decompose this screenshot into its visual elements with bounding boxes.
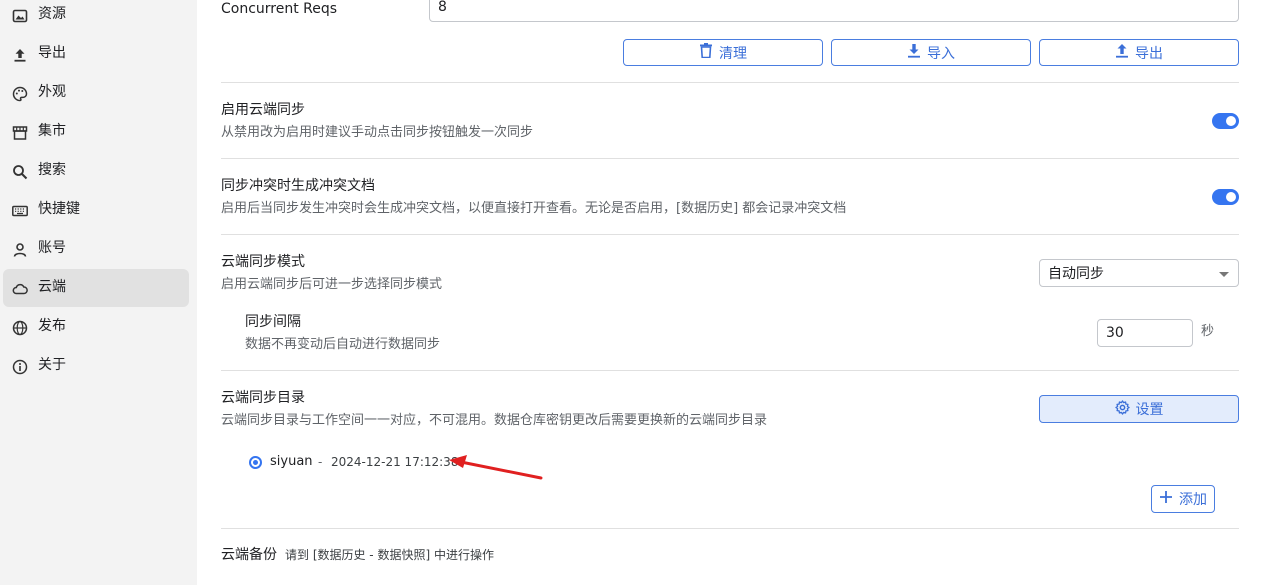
sync-interval-title: 同步间隔 bbox=[245, 314, 301, 330]
sync-dir-title: 云端同步目录 bbox=[221, 390, 305, 406]
sync-dir-timestamp: 2024-12-21 17:12:38 bbox=[331, 455, 459, 469]
sync-mode-title: 云端同步模式 bbox=[221, 254, 305, 270]
sync-mode-select[interactable]: 自动同步 bbox=[1039, 259, 1239, 287]
divider bbox=[221, 158, 1239, 159]
download-icon bbox=[907, 43, 921, 62]
sidebar-item-export[interactable]: 导出 bbox=[3, 35, 189, 73]
sidebar-item-label: 外观 bbox=[38, 84, 66, 100]
sidebar-item-bazaar[interactable]: 集市 bbox=[3, 113, 189, 151]
sidebar-item-cloud[interactable]: 云端 bbox=[3, 269, 189, 307]
sidebar-item-publish[interactable]: 发布 bbox=[3, 308, 189, 346]
cloud-sync-desc: 从禁用改为启用时建议手动点击同步按钮触发一次同步 bbox=[221, 125, 534, 140]
gear-icon bbox=[1114, 399, 1130, 419]
settings-sidebar: 资源 导出 外观 集市 搜索 快捷键 账号 云端 发布 关于 bbox=[0, 0, 197, 585]
divider bbox=[221, 528, 1239, 529]
upload-icon bbox=[11, 46, 28, 63]
user-icon bbox=[11, 241, 28, 258]
sync-dir-settings-button[interactable]: 设置 bbox=[1039, 395, 1239, 423]
import-button[interactable]: 导入 bbox=[831, 39, 1031, 66]
palette-icon bbox=[11, 85, 28, 102]
import-button-label: 导入 bbox=[927, 45, 955, 62]
sidebar-item-search[interactable]: 搜索 bbox=[3, 152, 189, 190]
sidebar-item-label: 资源 bbox=[38, 6, 66, 22]
sidebar-item-account[interactable]: 账号 bbox=[3, 230, 189, 268]
sync-interval-desc: 数据不再变动后自动进行数据同步 bbox=[245, 337, 441, 352]
concurrent-reqs-label: Concurrent Reqs bbox=[221, 1, 338, 17]
sync-dir-settings-label: 设置 bbox=[1135, 402, 1164, 418]
chevron-down-icon bbox=[1219, 272, 1229, 277]
info-icon bbox=[11, 358, 28, 375]
add-button-label: 添加 bbox=[1179, 492, 1207, 508]
globe-icon bbox=[11, 319, 28, 336]
conflict-doc-title: 同步冲突时生成冲突文档 bbox=[221, 178, 375, 194]
sidebar-item-about[interactable]: 关于 bbox=[3, 347, 189, 385]
cloud-icon bbox=[11, 280, 28, 297]
sync-dir-radio[interactable] bbox=[249, 456, 262, 469]
toggle-knob bbox=[1226, 192, 1236, 202]
divider bbox=[221, 82, 1239, 83]
sync-mode-selected: 自动同步 bbox=[1048, 266, 1104, 282]
sidebar-item-label: 账号 bbox=[38, 240, 66, 256]
image-icon bbox=[11, 7, 28, 24]
sidebar-item-label: 云端 bbox=[38, 279, 66, 295]
cloud-settings-panel: Concurrent Reqs 8 清理 导入 导出 启用云端同步 从禁用改为启… bbox=[197, 0, 1262, 585]
upload-icon bbox=[1115, 43, 1129, 62]
sidebar-item-assets[interactable]: 资源 bbox=[3, 0, 189, 34]
toggle-knob bbox=[1226, 116, 1236, 126]
conflict-doc-toggle[interactable] bbox=[1212, 189, 1239, 205]
cloud-sync-title: 启用云端同步 bbox=[221, 102, 305, 118]
sidebar-item-keymap[interactable]: 快捷键 bbox=[3, 191, 189, 229]
sidebar-item-label: 搜索 bbox=[38, 162, 66, 178]
divider bbox=[221, 234, 1239, 235]
cloud-sync-toggle[interactable] bbox=[1212, 113, 1239, 129]
sync-dir-desc: 云端同步目录与工作空间一一对应，不可混用。数据仓库密钥更改后需要更换新的云端同步… bbox=[221, 413, 768, 428]
sync-mode-desc: 启用云端同步后可进一步选择同步模式 bbox=[221, 277, 443, 292]
search-icon bbox=[11, 163, 28, 180]
add-sync-dir-button[interactable]: 添加 bbox=[1151, 485, 1215, 513]
sidebar-item-label: 关于 bbox=[38, 357, 66, 373]
plus-icon bbox=[1159, 490, 1173, 508]
sync-interval-unit: 秒 bbox=[1201, 324, 1215, 339]
annotation-arrow-icon bbox=[449, 455, 543, 480]
trash-icon bbox=[699, 43, 713, 62]
concurrent-reqs-input[interactable]: 8 bbox=[429, 0, 1239, 22]
clean-button[interactable]: 清理 bbox=[623, 39, 823, 66]
sidebar-item-appearance[interactable]: 外观 bbox=[3, 74, 189, 112]
sync-dir-name: siyuan bbox=[270, 454, 313, 469]
export-button-label: 导出 bbox=[1135, 45, 1163, 62]
cloud-backup-hint: 请到 [数据历史 - 数据快照] 中进行操作 bbox=[285, 548, 494, 562]
sidebar-item-label: 快捷键 bbox=[38, 201, 80, 217]
sync-dir-separator: - bbox=[318, 455, 323, 469]
sidebar-item-label: 发布 bbox=[38, 318, 66, 334]
sidebar-item-label: 导出 bbox=[38, 45, 66, 61]
clean-button-label: 清理 bbox=[719, 45, 747, 62]
export-button[interactable]: 导出 bbox=[1039, 39, 1239, 66]
keyboard-icon bbox=[11, 202, 28, 219]
sidebar-item-label: 集市 bbox=[38, 123, 66, 139]
store-icon bbox=[11, 124, 28, 141]
divider bbox=[221, 370, 1239, 371]
sync-interval-input[interactable]: 30 bbox=[1097, 319, 1193, 347]
conflict-doc-desc: 启用后当同步发生冲突时会生成冲突文档，以便直接打开查看。无论是否启用，[数据历史… bbox=[221, 201, 847, 216]
cloud-backup-title: 云端备份 bbox=[221, 547, 277, 563]
